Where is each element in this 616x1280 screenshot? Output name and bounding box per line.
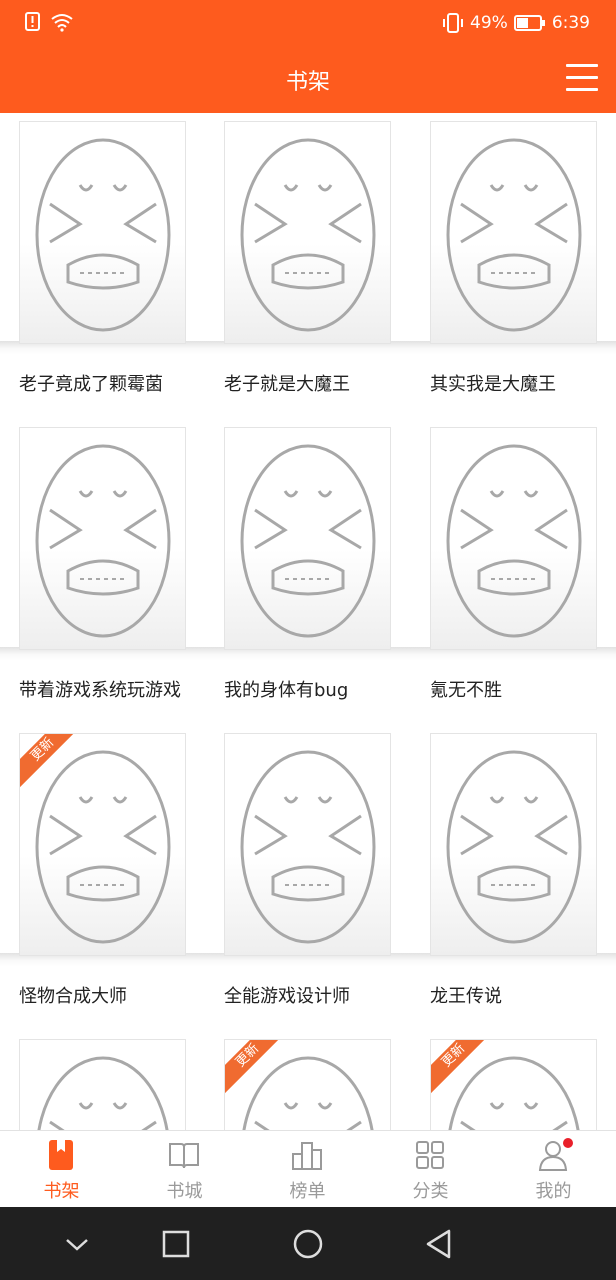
placeholder-face-icon (240, 138, 376, 332)
book-title: 龙王传说 (430, 986, 502, 1007)
book-item[interactable]: 老子就是大魔王 (224, 121, 391, 395)
back-triangle-icon[interactable] (422, 1227, 456, 1261)
book-cover: 更新 (430, 1039, 597, 1130)
tab-ranking[interactable]: 榜单 (246, 1131, 369, 1208)
placeholder-face-icon (446, 138, 582, 332)
menu-icon-line (566, 64, 598, 67)
bookmark-icon (49, 1140, 73, 1170)
book-title: 老子竟成了颗霉菌 (19, 374, 163, 395)
app-root: 49% 6:39 书架 老子竟成了颗霉菌 老子就是大魔王 其实我是大魔王 带着游… (0, 0, 616, 1280)
tab-label: 书城 (166, 1181, 203, 1202)
book-item[interactable]: 氪无不胜 (430, 427, 597, 701)
placeholder-face-icon (35, 444, 171, 638)
tab-profile[interactable]: 我的 (492, 1131, 615, 1208)
book-title: 老子就是大魔王 (224, 374, 350, 395)
notification-dot (563, 1138, 573, 1148)
book-item[interactable]: 更新 怪物合成大师 (19, 733, 186, 1007)
bookshelf-grid: 老子竟成了颗霉菌 老子就是大魔王 其实我是大魔王 带着游戏系统玩游戏 我的身体有… (0, 113, 616, 1130)
book-cover (430, 427, 597, 650)
menu-icon-line (566, 88, 598, 91)
book-cover (430, 121, 597, 344)
open-book-icon (169, 1143, 199, 1169)
book-cover (19, 427, 186, 650)
status-right: 49% 6:39 (442, 12, 590, 34)
placeholder-face-icon (240, 444, 376, 638)
clock: 6:39 (551, 13, 590, 33)
page-title: 书架 (285, 70, 330, 95)
placeholder-face-icon (37, 1056, 169, 1130)
tab-bookstore[interactable]: 书城 (123, 1131, 246, 1208)
bottom-tab-bar: 书架 书城 榜单 分类 我的 (0, 1130, 616, 1207)
book-title: 怪物合成大师 (19, 986, 127, 1007)
chevron-down-icon[interactable] (60, 1227, 94, 1261)
book-cover (430, 733, 597, 956)
placeholder-face-icon (446, 444, 582, 638)
battery-icon (513, 15, 545, 31)
book-item[interactable]: 老子竟成了颗霉菌 (19, 121, 186, 395)
book-cover (224, 733, 391, 956)
book-item[interactable]: 更新 (430, 1039, 597, 1130)
shelf-row: 老子竟成了颗霉菌 老子就是大魔王 其实我是大魔王 (0, 113, 616, 419)
status-bar: 49% 6:39 (0, 0, 616, 48)
recents-square-icon[interactable] (159, 1227, 193, 1261)
status-left (24, 12, 74, 32)
book-cover (224, 121, 391, 344)
shelf-row: 带着游戏系统玩游戏 我的身体有bug 氪无不胜 (0, 419, 616, 725)
book-title: 氪无不胜 (430, 680, 502, 701)
top-bar: 49% 6:39 书架 (0, 0, 616, 113)
placeholder-face-icon (446, 750, 582, 944)
shelf-row: 更新怪物合成大师 全能游戏设计师 龙王传说 (0, 725, 616, 1031)
book-item[interactable]: 其实我是大魔王 (430, 121, 597, 395)
book-cover: 更新 (224, 1039, 391, 1130)
book-item[interactable] (19, 1039, 186, 1130)
book-cover (19, 1039, 186, 1130)
book-cover (19, 121, 186, 344)
book-item[interactable]: 龙王传说 (430, 733, 597, 1007)
placeholder-face-icon (35, 138, 171, 332)
book-title: 我的身体有bug (224, 680, 349, 701)
book-item[interactable]: 全能游戏设计师 (224, 733, 391, 1007)
book-title: 全能游戏设计师 (224, 986, 350, 1007)
book-title: 带着游戏系统玩游戏 (19, 680, 181, 701)
book-title: 其实我是大魔王 (430, 374, 556, 395)
tab-label: 书架 (43, 1181, 80, 1202)
tab-label: 分类 (412, 1181, 449, 1202)
book-item[interactable]: 更新 (224, 1039, 391, 1130)
home-circle-icon[interactable] (291, 1227, 325, 1261)
tab-category[interactable]: 分类 (369, 1131, 492, 1208)
shelf-row: 更新 更新 (0, 1031, 616, 1130)
book-cover: 更新 (19, 733, 186, 956)
battery-percent: 49% (470, 13, 508, 33)
tab-label: 榜单 (289, 1181, 326, 1202)
ranking-icon (292, 1142, 322, 1170)
wifi-icon (51, 14, 73, 32)
vibrate-icon (443, 13, 464, 33)
book-item[interactable]: 带着游戏系统玩游戏 (19, 427, 186, 701)
grid-icon (416, 1141, 444, 1169)
alert-icon (25, 12, 40, 31)
tab-label: 我的 (535, 1181, 572, 1202)
placeholder-face-icon (240, 750, 376, 944)
system-nav-bar (0, 1207, 616, 1280)
menu-button[interactable] (566, 64, 598, 94)
menu-icon-line (566, 76, 598, 79)
placeholder-face-icon (35, 750, 171, 944)
book-cover (224, 427, 391, 650)
tab-bookshelf[interactable]: 书架 (0, 1131, 123, 1208)
book-item[interactable]: 我的身体有bug (224, 427, 391, 701)
